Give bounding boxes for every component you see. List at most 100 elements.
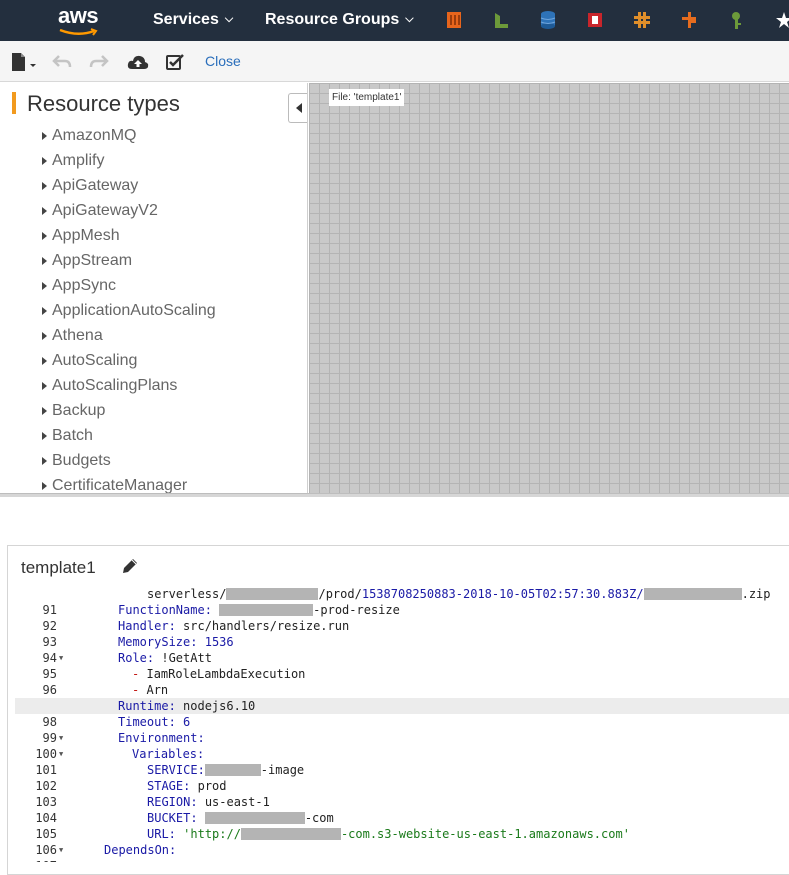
code-text: Handler: src/handlers/resize.run: [118, 619, 350, 633]
validate-template-button[interactable]: [164, 52, 186, 72]
pencil-icon[interactable]: [121, 557, 139, 575]
chevron-down-icon: ⌵: [405, 13, 414, 25]
code-line: 107 ▼ DependsOn:: [15, 842, 789, 862]
pane-divider[interactable]: [0, 493, 789, 497]
resource-type-label: Batch: [52, 426, 93, 444]
top-navigation-bar: aws Services ⌵ Resource Groups ⌵: [0, 0, 789, 41]
resource-type-item[interactable]: Batch: [42, 423, 216, 448]
resource-type-label: ApiGatewayV2: [52, 201, 158, 219]
resource-type-item[interactable]: AutoScalingPlans: [42, 373, 216, 398]
expand-triangle-icon: [42, 331, 47, 340]
resource-types-list: AmazonMQ Amplify ApiGateway ApiGatewayV2 App…: [42, 123, 216, 493]
code-text: DependsOn:: [104, 843, 177, 857]
template-editor: template1 91 serverless//prod/1538708250…: [7, 545, 789, 875]
key-icon[interactable]: [726, 10, 746, 30]
code-text: MemorySize: 1536: [118, 635, 234, 649]
code-line: 93 Handler: src/handlers/resize.run: [15, 618, 789, 649]
accent-bar: [12, 92, 16, 114]
expand-triangle-icon: [42, 381, 47, 390]
fold-arrow-icon[interactable]: ▼: [59, 650, 63, 666]
aws-smile-icon: [59, 28, 98, 36]
expand-triangle-icon: [42, 356, 47, 365]
resource-type-item[interactable]: AppStream: [42, 248, 216, 273]
undo-icon: [52, 55, 72, 68]
new-file-icon: [12, 53, 36, 71]
resource-type-label: CertificateManager: [52, 476, 188, 494]
aws-logo[interactable]: aws: [58, 3, 102, 36]
collapse-panel-button[interactable]: [288, 93, 307, 123]
fold-arrow-icon[interactable]: ▼: [59, 746, 63, 762]
code-text: SERVICE: -image: [147, 763, 305, 777]
upload-to-cloud-button[interactable]: [127, 52, 149, 72]
code-text: Role: !GetAtt: [118, 651, 212, 665]
code-line: 97 - Arn: [15, 682, 789, 713]
expand-triangle-icon: [42, 406, 47, 415]
undo-button[interactable]: [51, 52, 73, 72]
code-text: REGION: us-east-1: [147, 795, 270, 809]
resource-type-item[interactable]: Backup: [42, 398, 216, 423]
redshift-icon[interactable]: [585, 10, 605, 30]
lightsail-icon[interactable]: [491, 10, 511, 30]
database-icon[interactable]: [538, 10, 558, 30]
resource-type-label: AutoScaling: [52, 351, 138, 369]
expand-triangle-icon: [42, 181, 47, 190]
resource-type-item[interactable]: AmazonMQ: [42, 123, 216, 148]
resource-type-item[interactable]: AppMesh: [42, 223, 216, 248]
resource-type-label: AutoScalingPlans: [52, 376, 178, 394]
expand-triangle-icon: [42, 481, 47, 490]
redo-button[interactable]: [88, 52, 110, 72]
code-text: URL: 'http://-com.s3-website-us-east-1.a…: [147, 827, 630, 841]
resource-type-item[interactable]: ApiGatewayV2: [42, 198, 216, 223]
resource-type-label: Athena: [52, 326, 103, 344]
expand-triangle-icon: [42, 231, 47, 240]
resource-type-item[interactable]: CertificateManager: [42, 473, 216, 493]
git-icon[interactable]: [679, 10, 699, 30]
design-canvas[interactable]: File: 'template1': [309, 83, 789, 493]
expand-triangle-icon: [42, 306, 47, 315]
resource-type-item[interactable]: AutoScaling: [42, 348, 216, 373]
resource-type-label: AmazonMQ: [52, 126, 137, 144]
resource-type-item[interactable]: ApiGateway: [42, 173, 216, 198]
resource-type-item[interactable]: ApplicationAutoScaling: [42, 298, 216, 323]
code-text: Environment:: [118, 731, 205, 745]
close-link[interactable]: Close: [205, 53, 241, 69]
crossing-icon[interactable]: [632, 10, 652, 30]
designer-toolbar: Close: [0, 41, 789, 82]
code-text: BUCKET: -com: [147, 811, 334, 825]
resource-type-item[interactable]: Amplify: [42, 148, 216, 173]
code-line: 102 SERVICE: -image: [15, 762, 789, 793]
resource-type-label: ApplicationAutoScaling: [52, 301, 216, 319]
code-line: 104 REGION: us-east-1: [15, 794, 789, 825]
resource-type-item[interactable]: AppSync: [42, 273, 216, 298]
expand-triangle-icon: [42, 456, 47, 465]
code-line: 101 ▼ Variables:: [15, 746, 789, 777]
validate-icon: [166, 54, 184, 70]
services-menu[interactable]: Services ⌵: [153, 11, 233, 29]
resource-type-item[interactable]: Athena: [42, 323, 216, 348]
resource-type-label: AppStream: [52, 251, 133, 269]
upload-cloud-icon: [127, 55, 149, 69]
resource-types-panel: Resource types AmazonMQ Amplify ApiGateway…: [0, 83, 308, 493]
resource-type-label: ApiGateway: [52, 176, 139, 194]
resource-groups-menu[interactable]: Resource Groups ⌵: [265, 11, 414, 29]
fold-arrow-icon[interactable]: ▼: [59, 842, 63, 858]
resource-type-item[interactable]: Budgets: [42, 448, 216, 473]
code-line: 92 FunctionName: -prod-resize: [15, 602, 789, 633]
chevron-down-icon: ⌵: [224, 13, 234, 25]
code-line: 100 ▼ Environment:: [15, 730, 789, 761]
code-text: - Arn: [132, 683, 169, 697]
amazon-mq-icon[interactable]: [444, 10, 464, 30]
resource-type-label: AppSync: [52, 276, 117, 294]
code-line: 95 ▼ Role: !GetAtt: [15, 650, 789, 681]
code-area[interactable]: 91 serverless//prod/1538708250883-2018-1…: [15, 582, 789, 862]
code-line: 94 MemorySize: 1536: [15, 634, 789, 665]
aws-logo-text: aws: [58, 3, 99, 28]
code-line: 99 Timeout: 6: [15, 714, 789, 745]
star-icon[interactable]: [774, 10, 789, 30]
code-line: 96 - IamRoleLambdaExecution: [15, 666, 789, 697]
new-file-button[interactable]: [8, 52, 38, 72]
fold-arrow-icon[interactable]: ▼: [59, 730, 63, 746]
resource-type-label: Backup: [52, 401, 106, 419]
services-label: Services: [153, 11, 219, 28]
expand-triangle-icon: [42, 281, 47, 290]
